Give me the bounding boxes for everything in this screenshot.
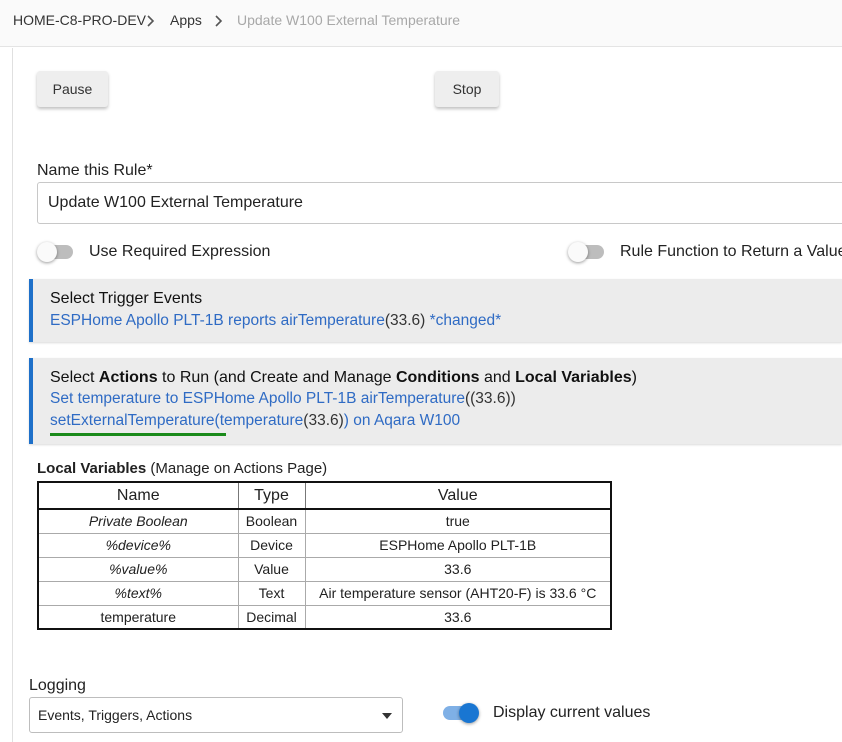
- var-type: Text: [237, 580, 306, 606]
- table-row: %text% Text Air temperature sensor (AHT2…: [37, 580, 612, 606]
- var-name: Private Boolean: [37, 508, 239, 534]
- breadcrumb: HOME-C8-PRO-DEV Apps Update W100 Externa…: [0, 0, 842, 47]
- action-2-text: setExternalTemperature(temperature: [50, 412, 304, 429]
- trigger-changed: *changed*: [425, 312, 502, 329]
- logging-select[interactable]: Events, Triggers, Actions: [29, 697, 403, 733]
- action-2-value: (33.6): [303, 412, 344, 429]
- required-expression-toggle[interactable]: [37, 242, 73, 262]
- trigger-events-panel[interactable]: Select Trigger Events ESPHome Apollo PLT…: [29, 279, 842, 342]
- action-1-text: Set temperature to ESPHome Apollo PLT-1B…: [50, 390, 465, 407]
- actions-panel-title: Select Actions to Run (and Create and Ma…: [50, 369, 637, 387]
- caret-down-icon: [382, 713, 392, 719]
- column-header-value: Value: [304, 481, 612, 510]
- return-value-label: Rule Function to Return a Value: [620, 243, 842, 260]
- actions-title-text: and: [479, 369, 516, 386]
- table-row: temperature Decimal 33.6: [37, 604, 612, 630]
- var-type: Decimal: [237, 604, 306, 630]
- action-line-1[interactable]: Set temperature to ESPHome Apollo PLT-1B…: [50, 390, 516, 408]
- action-underline: [50, 433, 226, 436]
- chevron-right-icon: [146, 10, 156, 32]
- rule-name-value: Update W100 External Temperature: [48, 194, 303, 211]
- var-value: 33.6: [304, 556, 612, 582]
- column-header-type: Type: [237, 481, 306, 510]
- trigger-value: (33.6): [384, 312, 426, 329]
- var-name: %text%: [37, 580, 239, 606]
- table-row: %device% Device ESPHome Apollo PLT-1B: [37, 532, 612, 558]
- var-value: ESPHome Apollo PLT-1B: [304, 532, 612, 558]
- breadcrumb-hub[interactable]: HOME-C8-PRO-DEV: [13, 12, 146, 28]
- pause-button[interactable]: Pause: [37, 71, 108, 107]
- actions-title-text: to Run (and Create and Manage: [157, 369, 396, 386]
- logging-selected-value: Events, Triggers, Actions: [38, 707, 193, 723]
- stop-button[interactable]: Stop: [435, 71, 499, 107]
- breadcrumb-apps[interactable]: Apps: [170, 12, 202, 28]
- table-row: %value% Value 33.6: [37, 556, 612, 582]
- actions-title-text: Select: [50, 369, 99, 386]
- rule-name-input[interactable]: Update W100 External Temperature: [37, 182, 842, 224]
- table-row: Private Boolean Boolean true: [37, 508, 612, 534]
- local-variables-heading: Local Variables: [37, 460, 147, 477]
- chevron-right-icon: [214, 10, 224, 32]
- var-name: %value%: [37, 556, 239, 582]
- var-value: true: [304, 508, 612, 534]
- display-current-values-label: Display current values: [493, 704, 651, 721]
- local-variables-title: Local Variables (Manage on Actions Page): [37, 460, 327, 477]
- action-2-suffix: ) on Aqara W100: [343, 412, 461, 429]
- action-line-2[interactable]: setExternalTemperature(temperature(33.6)…: [50, 412, 460, 430]
- actions-title-text: ): [631, 369, 637, 386]
- var-name: temperature: [37, 604, 239, 630]
- display-current-values-toggle[interactable]: [441, 703, 479, 723]
- local-variables-table: Name Type Value Private Boolean Boolean …: [37, 481, 612, 630]
- var-value: Air temperature sensor (AHT20-F) is 33.6…: [304, 580, 612, 606]
- required-expression-label: Use Required Expression: [89, 243, 271, 260]
- rule-name-label: Name this Rule*: [37, 162, 153, 179]
- trigger-description[interactable]: ESPHome Apollo PLT-1B reports airTempera…: [50, 312, 501, 330]
- var-type: Value: [237, 556, 306, 582]
- var-value: 33.6: [304, 604, 612, 630]
- var-name: %device%: [37, 532, 239, 558]
- action-1-value: ((33.6)): [464, 390, 516, 407]
- var-type: Boolean: [237, 508, 306, 534]
- actions-panel[interactable]: Select Actions to Run (and Create and Ma…: [29, 358, 842, 444]
- trigger-panel-title: Select Trigger Events: [50, 290, 203, 307]
- logging-label: Logging: [29, 677, 86, 694]
- local-variables-subtitle: (Manage on Actions Page): [146, 460, 328, 477]
- breadcrumb-current: Update W100 External Temperature: [237, 12, 461, 28]
- return-value-toggle[interactable]: [568, 242, 604, 262]
- column-header-name: Name: [37, 481, 239, 510]
- var-type: Device: [237, 532, 306, 558]
- trigger-text: ESPHome Apollo PLT-1B reports airTempera…: [50, 312, 385, 329]
- conditions-title-bold: Conditions: [395, 369, 480, 386]
- local-variables-title-bold: Local Variables: [515, 369, 632, 386]
- actions-title-bold: Actions: [98, 369, 158, 386]
